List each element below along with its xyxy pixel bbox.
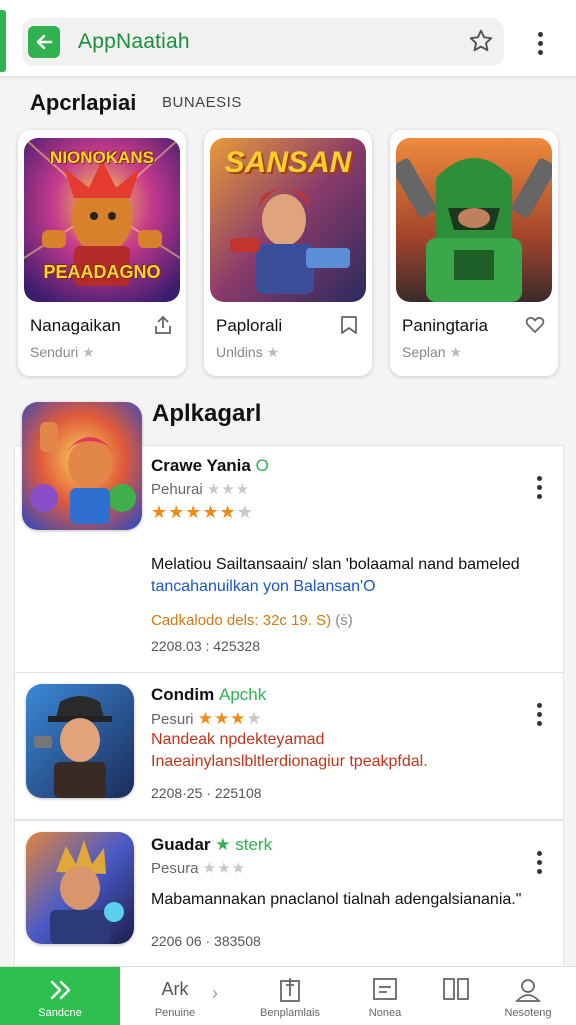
chevron-right-icon: › xyxy=(212,983,218,1003)
item-description: Mabamannakan pnaclanol tialnah adengalsi… xyxy=(151,891,522,908)
app-name: Crawe Yania O xyxy=(151,456,269,475)
note-icon xyxy=(373,978,397,1000)
app-name: Condim Apchk xyxy=(151,685,267,704)
back-button[interactable] xyxy=(28,26,60,58)
list-title: Aplkagarl xyxy=(152,400,262,427)
item-description: Nandeak npdekteyamad Inaeainylanslbltler… xyxy=(151,731,428,770)
app-icon[interactable] xyxy=(22,402,142,530)
rating-stars: ★★★★★★ xyxy=(151,502,254,522)
card-subtitle: Seplan ★ xyxy=(402,344,463,360)
bookmark-button[interactable] xyxy=(338,314,360,341)
item-date: 2208·25 · 225108 xyxy=(151,785,262,801)
featured-card[interactable]: SANSAN Paplorali Unldins ★ xyxy=(204,130,372,376)
columns-icon xyxy=(443,978,469,1000)
chevrons-icon xyxy=(50,980,71,1000)
app-name: Guadar ★ sterk xyxy=(151,835,273,854)
featured-subtitle: BUNAESIS xyxy=(162,94,242,111)
item-menu-button[interactable] xyxy=(537,851,543,875)
item-date: 2208.03 : 425328 xyxy=(151,638,260,654)
star-icon: ★ xyxy=(449,344,463,360)
game-artwork: SANSAN xyxy=(210,138,366,302)
star-icon xyxy=(469,29,493,52)
item-description: Melatiou Sailtansaain/ slan 'bolaamal na… xyxy=(151,556,520,595)
nav-item[interactable]: Benplamlais xyxy=(245,967,335,1025)
bookmark-icon xyxy=(341,316,357,334)
card-name: Paningtaria xyxy=(402,316,489,335)
featured-card[interactable]: NIONOKANS PEAADAGNO Nanagaikan Senduri ★ xyxy=(18,130,186,376)
nav-label: Benplamlais xyxy=(260,1007,320,1019)
nav-item[interactable]: Nesoteng xyxy=(483,967,573,1025)
accent-edge xyxy=(0,10,6,72)
card-name: Nanagaikan xyxy=(30,316,121,335)
user-icon xyxy=(515,979,541,1002)
art-title: NIONOKANS xyxy=(50,148,154,167)
heart-icon xyxy=(525,316,545,333)
top-bar: AppNaatiah xyxy=(0,0,576,76)
item-menu-button[interactable] xyxy=(537,476,543,500)
price-info: Cadkalodo dels: 32c 19. S) (ṡ) xyxy=(151,612,353,629)
featured-title: Apcrlapiai xyxy=(30,90,137,115)
featured-card[interactable]: Paningtaria Seplan ★ xyxy=(390,130,558,376)
title-bar[interactable]: AppNaatiah xyxy=(22,18,504,66)
publisher: Pesuri ★★★★ xyxy=(151,709,263,728)
nav-label: Penuine xyxy=(154,1007,196,1019)
apps-text-icon: Ark xyxy=(161,979,189,999)
item-menu-button[interactable] xyxy=(537,703,543,727)
card-name: Paplorali xyxy=(216,316,283,335)
share-button[interactable] xyxy=(152,314,174,341)
card-subtitle: Unldins ★ xyxy=(216,344,280,360)
item-date: 2206 06 · 383508 xyxy=(151,933,261,949)
star-icon: ★ xyxy=(266,344,280,360)
arrow-left-icon xyxy=(36,34,53,50)
favorite-button[interactable] xyxy=(524,314,546,341)
star-icon: ★ xyxy=(82,344,95,360)
app-icon[interactable] xyxy=(26,832,134,944)
nav-item-active[interactable]: Sandcne xyxy=(0,967,120,1025)
game-artwork xyxy=(396,138,552,302)
game-artwork: NIONOKANS PEAADAGNO xyxy=(24,138,180,302)
nav-label: Nesoteng xyxy=(504,1007,552,1019)
overflow-menu-button[interactable] xyxy=(538,32,544,56)
publisher: Pehurai ★★★ xyxy=(151,481,251,498)
book-icon xyxy=(280,978,300,1002)
app-title: AppNaatiah xyxy=(78,30,190,53)
publisher: Pesura ★★★ xyxy=(151,860,247,877)
bottom-nav: Sandcne Ark Penuine › Benplamlais Nonea … xyxy=(0,966,576,1025)
star-button[interactable] xyxy=(468,28,494,59)
nav-label: Sandcne xyxy=(38,1007,82,1019)
art-subtitle: PEAADAGNO xyxy=(43,262,161,282)
nav-item[interactable]: Ark Penuine xyxy=(130,967,220,1025)
share-icon xyxy=(155,315,171,334)
art-title: SANSAN xyxy=(224,146,352,179)
card-subtitle: Senduri ★ xyxy=(30,344,95,360)
app-icon[interactable] xyxy=(26,684,134,798)
